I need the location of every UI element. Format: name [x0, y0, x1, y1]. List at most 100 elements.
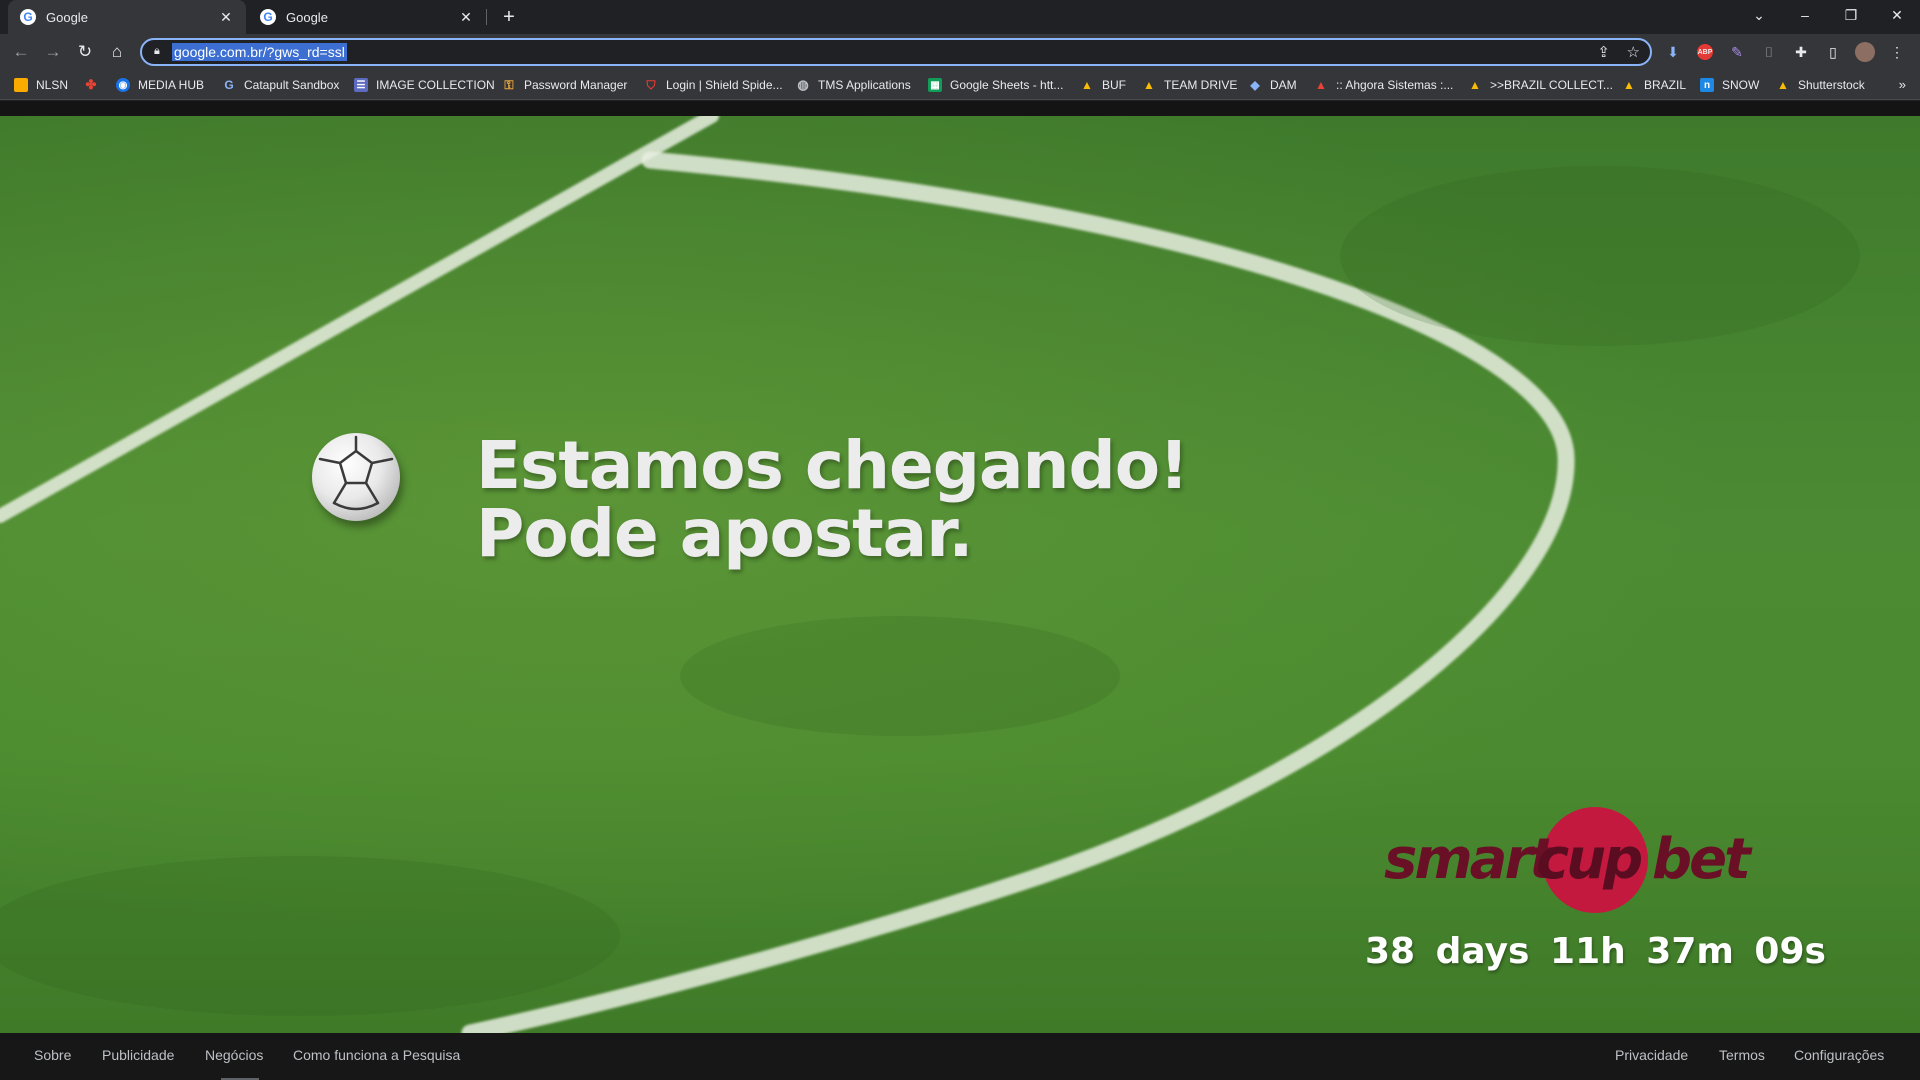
footer-link-publicidade[interactable]: Publicidade [102, 1047, 174, 1063]
dam-icon: ◆ [1250, 78, 1260, 92]
bookmark-pinwheel[interactable]: ✤ [84, 70, 106, 100]
side-panel-icon[interactable]: ▯ [1822, 41, 1844, 63]
bookmark-star-icon[interactable]: ☆ [1627, 43, 1640, 61]
doodle-banner[interactable]: Estamos chegando! Pode apostar. smart cu… [0, 116, 1920, 1033]
bookmarks-bar: NLSN ✤ ◉ MEDIA HUB G Catapult Sandbox ☰ IMA… [0, 70, 1920, 100]
bookmark-brazil-collect[interactable]: ▲ >>BRAZIL COLLECT... [1468, 70, 1613, 100]
google-g-icon: G [224, 78, 234, 92]
bookmark-label: DAM [1270, 78, 1297, 92]
bookmark-buf[interactable]: ▲ BUF [1080, 70, 1126, 100]
new-tab-button[interactable]: + [498, 6, 520, 28]
drive-icon: ▲ [1623, 78, 1635, 92]
share-icon[interactable]: ⇪ [1597, 43, 1610, 61]
key-icon: ⚿ [504, 77, 514, 92]
drive-icon: ▲ [1469, 78, 1481, 92]
pen-extension-icon[interactable]: ✎ [1726, 41, 1748, 63]
bookmark-password-manager[interactable]: ⚿ Password Manager [502, 70, 627, 100]
bookmark-nlsn[interactable]: NLSN [14, 70, 68, 100]
tab-search-icon[interactable]: ⌄ [1736, 0, 1782, 30]
drive-icon: ▲ [1143, 78, 1155, 92]
google-favicon-icon: G [20, 9, 36, 25]
bookmark-tms-applications[interactable]: ◍ TMS Applications [796, 70, 911, 100]
snow-icon: n [1700, 78, 1714, 92]
smartcupbet-logo[interactable]: smart cup bet [1384, 805, 1760, 915]
bookmark-shutterstock[interactable]: ▲ Shutterstock [1776, 70, 1865, 100]
footer-link-termos[interactable]: Termos [1719, 1047, 1765, 1063]
tab-google-2[interactable]: G Google ✕ [248, 0, 486, 34]
menu-dots-icon[interactable]: ⋮ [1886, 41, 1908, 63]
drive-icon: ▲ [1777, 78, 1789, 92]
bookmark-label: MEDIA HUB [138, 78, 205, 92]
folder-icon [14, 78, 28, 92]
bookmark-snow[interactable]: n SNOW [1700, 70, 1759, 100]
bookmark-label: >>BRAZIL COLLECT... [1490, 78, 1613, 92]
bookmark-label: NLSN [36, 78, 69, 92]
more-bookmarks-icon[interactable]: » [1899, 77, 1906, 92]
bookmark-label: IMAGE COLLECTION [376, 78, 495, 92]
bookmark-shield-spider[interactable]: ⛉ Login | Shield Spide... [644, 70, 782, 100]
page-top-band [0, 101, 1920, 116]
bookmark-media-hub[interactable]: ◉ MEDIA HUB [116, 70, 204, 100]
lock-icon[interactable]: 🔒︎ [154, 45, 160, 58]
restore-button[interactable]: ❐ [1828, 0, 1874, 30]
drive-icon: ▲ [1081, 78, 1093, 92]
url-text[interactable]: google.com.br/?gws_rd=ssl [172, 43, 347, 61]
bookmark-label: SNOW [1722, 78, 1760, 92]
headline-line-2: Pode apostar. [476, 495, 973, 572]
countdown-timer: 38 days 11h 37m 09s [1365, 931, 1826, 972]
tab-title: Google [286, 9, 328, 25]
bookmark-ahgora[interactable]: ▲:: Ahgora Sistemas :... [1314, 70, 1453, 100]
doodle-headline: Estamos chegando! Pode apostar. [476, 427, 1189, 572]
close-tab-icon[interactable]: ✕ [458, 9, 474, 25]
bookmark-label: TEAM DRIVE [1164, 78, 1238, 92]
minimize-button[interactable]: – [1782, 0, 1828, 30]
footer-link-configuracoes[interactable]: Configurações [1794, 1047, 1884, 1063]
tab-strip: G Google ✕ G Google ✕ + ⌄ – ❐ ✕ [0, 0, 1920, 34]
footer-link-privacidade[interactable]: Privacidade [1615, 1047, 1688, 1063]
extensions-puzzle-icon[interactable]: ✚ [1790, 41, 1812, 63]
bookmark-label: Shutterstock [1798, 78, 1865, 92]
footer-link-negocios[interactable]: Negócios [205, 1047, 263, 1063]
bookmark-image-collection[interactable]: ☰ IMAGE COLLECTION [354, 70, 495, 100]
bookmark-dam[interactable]: ◆ DAM [1248, 70, 1297, 100]
ahgora-icon: ▲ [1315, 78, 1327, 92]
tab-separator [486, 9, 487, 25]
bookmark-team-drive[interactable]: ▲ TEAM DRIVE [1142, 70, 1237, 100]
tab-google-1[interactable]: G Google ✕ [8, 0, 246, 34]
bookmark-label: BRAZIL [1644, 78, 1687, 92]
bookmark-catapult-sandbox[interactable]: G Catapult Sandbox [222, 70, 339, 100]
page-footer: Sobre Publicidade Negócios Como funciona… [0, 1033, 1920, 1080]
sheets-icon: ▦ [928, 78, 942, 92]
headline-line-1: Estamos chegando! [476, 427, 1189, 504]
globe-icon: ◍ [797, 77, 809, 92]
footer-link-sobre[interactable]: Sobre [34, 1047, 71, 1063]
tab-title: Google [46, 9, 88, 25]
adblock-icon[interactable]: ABP [1694, 41, 1716, 63]
bookmark-label: Catapult Sandbox [244, 78, 340, 92]
browser-toolbar: ← → ↻ ⌂ 🔒︎ google.com.br/?gws_rd=ssl ⇪ ☆… [0, 34, 1920, 70]
pinwheel-icon: ✤ [85, 77, 97, 92]
bookmark-google-sheets[interactable]: ▦ Google Sheets - htt... [928, 70, 1063, 100]
bookmark-label: Password Manager [524, 78, 628, 92]
logo-word-smart: smart [1384, 827, 1556, 892]
logo-word-cup: cup [1536, 827, 1643, 892]
address-bar[interactable]: 🔒︎ google.com.br/?gws_rd=ssl ⇪ ☆ [140, 38, 1652, 66]
bookmark-label: BUF [1102, 78, 1126, 92]
google-favicon-icon: G [260, 9, 276, 25]
forward-arrow-icon[interactable]: → [40, 39, 66, 65]
bookmark-label: :: Ahgora Sistemas :... [1336, 78, 1454, 92]
bookmark-label: TMS Applications [818, 78, 911, 92]
camera-icon[interactable]: ⌷ [1758, 41, 1780, 63]
bookmark-brazil[interactable]: ▲ BRAZIL [1622, 70, 1686, 100]
footer-link-como-funciona[interactable]: Como funciona a Pesquisa [293, 1047, 460, 1063]
download-icon[interactable]: ⬇ [1662, 41, 1684, 63]
reload-icon[interactable]: ↻ [72, 39, 98, 65]
close-window-button[interactable]: ✕ [1874, 0, 1920, 30]
close-tab-icon[interactable]: ✕ [218, 9, 234, 25]
back-arrow-icon[interactable]: ← [8, 39, 34, 65]
media-hub-icon: ◉ [116, 78, 130, 92]
list-icon: ☰ [354, 78, 368, 92]
home-icon[interactable]: ⌂ [104, 39, 130, 65]
profile-avatar[interactable] [1854, 41, 1876, 63]
logo-word-bet: bet [1652, 827, 1751, 892]
